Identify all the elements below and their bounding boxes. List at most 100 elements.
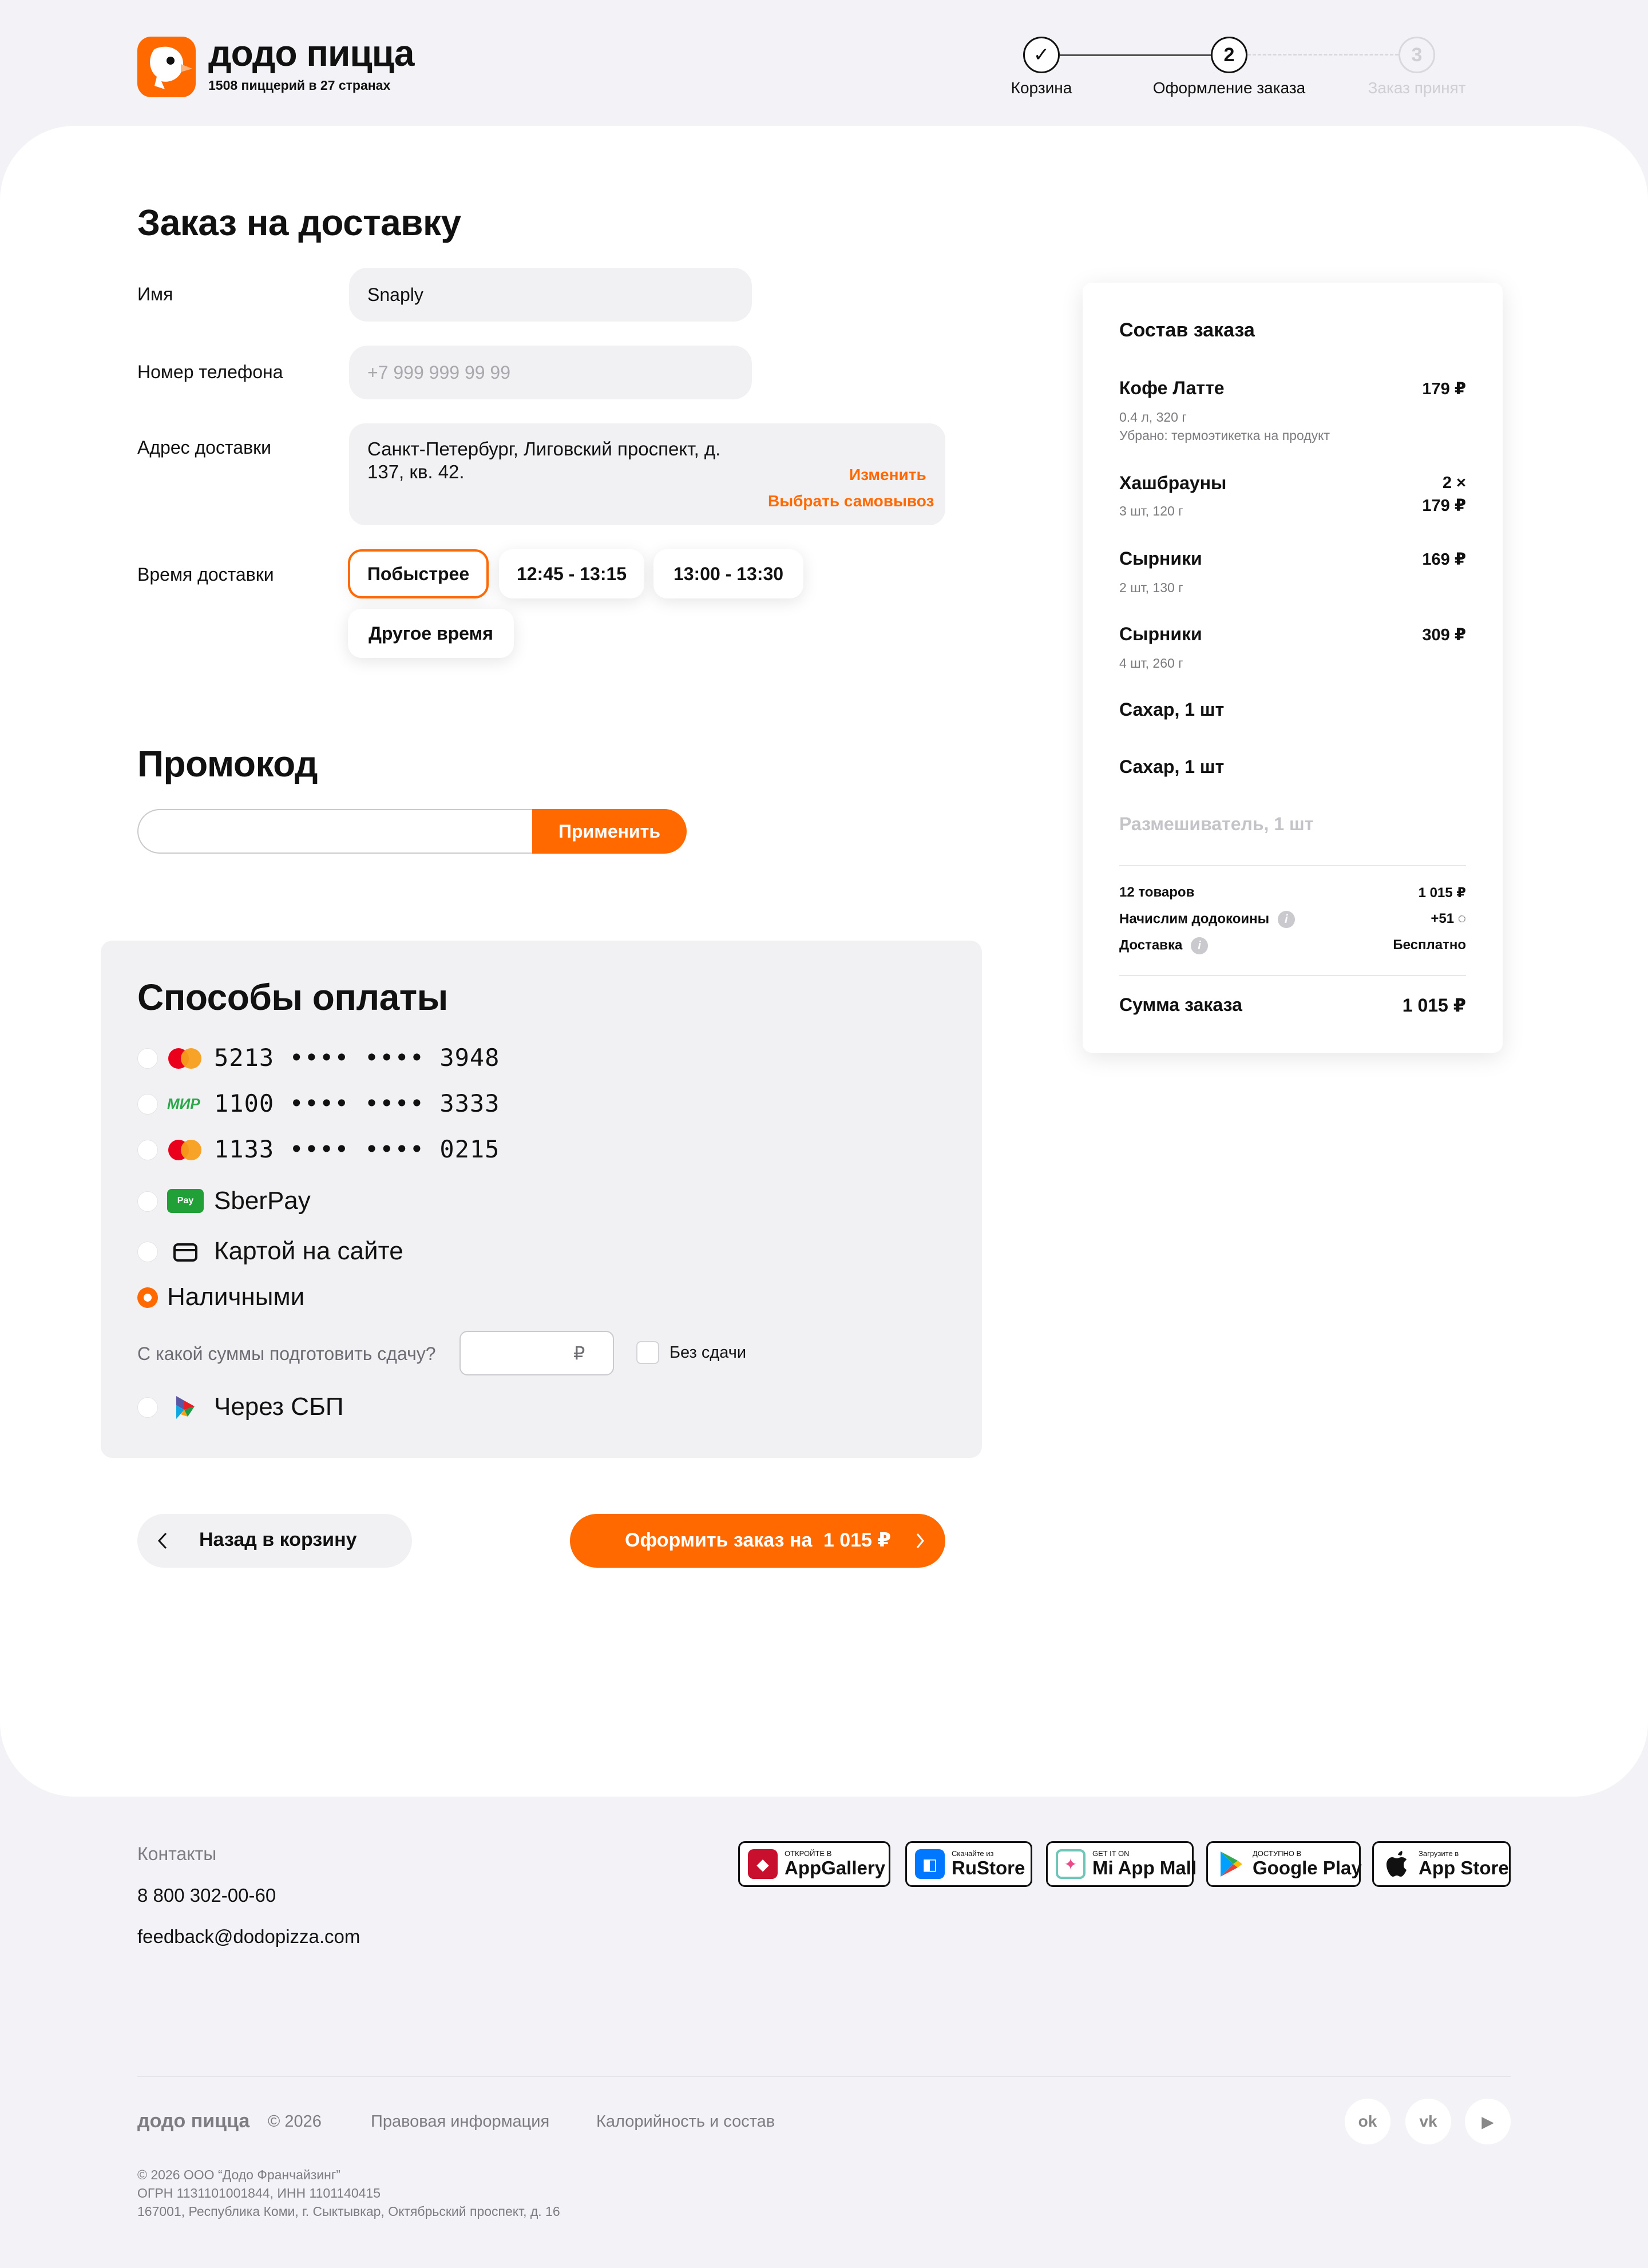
summary-count-label: 12 товаров	[1119, 885, 1195, 900]
summary-delivery-value: Бесплатно	[1393, 937, 1466, 953]
summary-item-price: 309 ₽	[1422, 626, 1466, 644]
card-icon	[173, 1243, 198, 1265]
badge-big-text: Google Play	[1253, 1857, 1362, 1878]
card-suffix: 3948	[439, 1044, 500, 1072]
rustore-badge[interactable]: ◧ Скачайте из RuStore	[905, 1841, 1032, 1887]
summary-item-name: Сырники	[1119, 548, 1202, 569]
mi-app-mall-badge[interactable]: ✦ GET IT ON Mi App Mall	[1046, 1841, 1197, 1887]
submit-order-button[interactable]: Оформить заказ на 1 015 ₽	[570, 1514, 945, 1568]
phone-label: Номер телефона	[137, 362, 283, 382]
card-suffix: 3333	[439, 1089, 500, 1117]
summary-item-qty: 2 ×	[1442, 474, 1466, 492]
payment-radio-sberpay[interactable]	[137, 1191, 158, 1212]
summary-item-price: 179 ₽	[1422, 380, 1466, 398]
footer-brand[interactable]: додо пицца	[137, 2110, 249, 2132]
time-option-slot-1[interactable]: 12:45 - 13:15	[499, 549, 644, 598]
summary-total-value: 1 015 ₽	[1402, 995, 1466, 1016]
promo-input[interactable]	[137, 809, 549, 854]
card-prefix: 1133	[214, 1135, 275, 1163]
promo-apply-button[interactable]: Применить	[532, 809, 687, 854]
phone-input[interactable]: +7 999 999 99 99	[349, 346, 752, 399]
google-play-badge[interactable]: ДОСТУПНО В Google Play	[1206, 1841, 1362, 1887]
summary-item-name: Сахар, 1 шт	[1119, 699, 1225, 720]
ruble-sign: ₽	[573, 1343, 585, 1363]
time-option-asap[interactable]: Побыстрее	[348, 549, 489, 598]
time-option-slot-2[interactable]: 13:00 - 13:30	[653, 549, 803, 598]
payment-card-3333[interactable]: 1100 •••• •••• 3333	[214, 1089, 500, 1117]
sberpay-icon: Pay	[167, 1189, 204, 1213]
summary-item-meta: 3 шт, 120 г	[1119, 503, 1183, 518]
step-cart-label: Корзина	[1011, 79, 1072, 97]
address-line-1: Санкт-Петербург, Лиговский проспект, д.	[367, 438, 721, 459]
badge-small-text: Загрузите в	[1419, 1849, 1459, 1858]
time-option-other[interactable]: Другое время	[348, 609, 514, 658]
legal-info-link[interactable]: Правовая информация	[371, 2112, 549, 2131]
card-prefix: 1100	[214, 1089, 275, 1117]
payment-radio-card-3333[interactable]	[137, 1094, 158, 1115]
pickup-link[interactable]: Выбрать самовывоз	[768, 492, 934, 510]
no-change-checkbox[interactable]	[636, 1341, 659, 1364]
legal-address: 167001, Республика Коми, г. Сыктывкар, О…	[137, 2204, 560, 2219]
odnoklassniki-icon[interactable]: ok	[1345, 2099, 1390, 2144]
step-accepted-label: Заказ принят	[1368, 79, 1466, 97]
payment-card-3948[interactable]: 5213 •••• •••• 3948	[214, 1044, 500, 1072]
summary-count-value: 1 015 ₽	[1418, 885, 1466, 901]
appgallery-badge[interactable]: ◆ ОТКРОЙТЕ В AppGallery	[738, 1841, 890, 1887]
legal-registration: ОГРН 1131101001844, ИНН 1101140415	[137, 2186, 381, 2200]
payment-radio-sbp[interactable]	[137, 1397, 158, 1418]
summary-coins-value: +51 ◌	[1397, 911, 1466, 927]
brand-name[interactable]: додо пицца	[208, 32, 414, 74]
promo-title: Промокод	[137, 743, 318, 784]
submit-label: Оформить заказ на 1 015 ₽	[625, 1529, 891, 1552]
app-store-badge[interactable]: Загрузите в App Store	[1372, 1841, 1511, 1887]
mastercard-icon	[168, 1140, 204, 1160]
summary-item-name: Сахар, 1 шт	[1119, 756, 1225, 777]
summary-delivery-row: Доставка i	[1119, 937, 1208, 954]
contact-phone[interactable]: 8 800 302-00-60	[137, 1885, 276, 1906]
payment-card-0215[interactable]: 1133 •••• •••• 0215	[214, 1135, 500, 1163]
payment-sberpay-label[interactable]: SberPay	[214, 1187, 311, 1215]
dodocoin-icon: ◌	[1457, 911, 1466, 926]
address-label: Адрес доставки	[137, 437, 271, 458]
sberpay-icon-text: Pay	[177, 1196, 194, 1206]
footer-copyright: © 2026	[268, 2112, 322, 2131]
card-prefix: 5213	[214, 1044, 275, 1072]
summary-coins-amount: +51	[1431, 911, 1455, 926]
delivery-title: Заказ на доставку	[137, 202, 461, 243]
calories-link[interactable]: Калорийность и состав	[596, 2112, 775, 2131]
summary-divider	[1119, 975, 1466, 976]
name-input[interactable]: Snaply	[349, 268, 752, 322]
payment-radio-card-online[interactable]	[137, 1242, 158, 1262]
vk-icon[interactable]: vk	[1405, 2099, 1451, 2144]
change-address-link[interactable]: Изменить	[849, 466, 926, 484]
payment-cash-label[interactable]: Наличными	[167, 1283, 304, 1311]
rustore-icon: ◧	[915, 1849, 945, 1879]
payment-radio-cash[interactable]	[137, 1287, 158, 1308]
step-cart-marker: ✓	[1023, 37, 1060, 73]
info-icon[interactable]: i	[1190, 937, 1208, 954]
info-icon[interactable]: i	[1277, 911, 1295, 928]
submit-amount: 1 015 ₽	[823, 1529, 892, 1551]
footer-divider	[137, 2076, 1511, 2077]
summary-title: Состав заказа	[1119, 319, 1255, 341]
payment-radio-card-3948[interactable]	[137, 1048, 158, 1069]
no-change-label: Без сдачи	[670, 1343, 747, 1362]
payment-card-online-label[interactable]: Картой на сайте	[214, 1237, 403, 1266]
payment-radio-card-0215[interactable]	[137, 1140, 158, 1160]
card-suffix: 0215	[439, 1135, 500, 1163]
back-to-cart-button[interactable]: Назад в корзину	[137, 1514, 412, 1568]
contact-email[interactable]: feedback@dodopizza.com	[137, 1926, 360, 1948]
delivery-time-label: Время доставки	[137, 564, 274, 585]
change-amount-input[interactable]	[459, 1331, 614, 1375]
dodo-logo-icon[interactable]	[137, 37, 196, 97]
badge-big-text: RuStore	[952, 1857, 1025, 1878]
summary-delivery-label: Доставка	[1119, 937, 1183, 953]
brand-subtitle: 1508 пиццерий в 27 странах	[208, 78, 391, 93]
badge-big-text: App Store	[1419, 1857, 1509, 1878]
apple-icon	[1382, 1849, 1412, 1879]
step-checkout-marker: 2	[1211, 37, 1247, 73]
summary-item-price: 179 ₽	[1422, 497, 1466, 515]
payment-sbp-label[interactable]: Через СБП	[214, 1393, 343, 1421]
youtube-icon[interactable]: ▶	[1465, 2099, 1511, 2144]
badge-small-text: GET IT ON	[1092, 1849, 1130, 1858]
